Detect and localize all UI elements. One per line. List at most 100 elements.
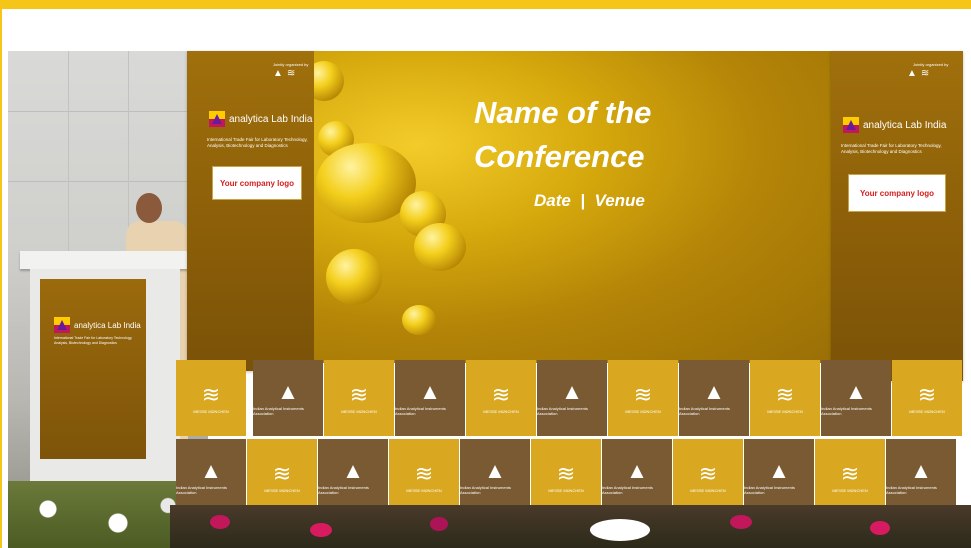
right-brand-name: analytica Lab India [863, 119, 947, 131]
left-company-logo-box: Your company logo [212, 166, 302, 200]
left-border [0, 0, 2, 548]
analytica-logo-icon [209, 111, 225, 127]
tile-caption: MESSE MÜNCHEN [193, 408, 229, 414]
flower [210, 515, 230, 529]
iaia-tile: ▲ Indian Analytical Instruments Associati… [537, 360, 607, 436]
wall-line [8, 111, 208, 112]
messe-tile: ≋ MESSE MÜNCHEN [673, 439, 743, 515]
tile-caption: Indian Analytical Instruments Associatio… [318, 485, 369, 495]
left-tagline-line: Analysis, Biotechnology and Diagnostics [207, 143, 288, 148]
tile-caption: Indian Analytical Instruments Associatio… [176, 485, 227, 495]
messe-logo-icon: ≋ [840, 460, 860, 486]
tile-caption: MESSE MÜNCHEN [625, 408, 661, 414]
messe-tile: ≋ MESSE MÜNCHEN [324, 360, 394, 436]
messe-logo-icon: ≋ [349, 381, 369, 407]
conference-screen: Name of the Conference Date | Venue [314, 51, 831, 363]
messe-logo-icon: ≋ [920, 68, 930, 79]
podium-tagline-line: Analysis, Biotechnology and Diagnostics [54, 341, 117, 345]
messe-logo-icon: ≋ [917, 381, 937, 407]
tile-caption: MESSE MÜNCHEN [909, 408, 945, 414]
iaia-logo-icon: ▲ [342, 458, 364, 483]
messe-logo-icon: ≋ [698, 460, 718, 486]
iaia-tile: ▲ Indian Analytical Instruments Associati… [602, 439, 672, 515]
tile-caption: Indian Analytical Instruments Associatio… [886, 485, 937, 495]
messe-tile: ≋ MESSE MÜNCHEN [389, 439, 459, 515]
messe-logo-icon: ≋ [556, 460, 576, 486]
messe-tile: ≋ MESSE MÜNCHEN [176, 360, 246, 436]
iaia-logo-icon: ▲ [845, 379, 867, 404]
tile-caption: MESSE MÜNCHEN [690, 487, 726, 493]
messe-logo-icon: ≋ [272, 460, 292, 486]
messe-tile: ≋ MESSE MÜNCHEN [750, 360, 820, 436]
iaia-tile: ▲ Indian Analytical Instruments Associati… [460, 439, 530, 515]
flower [870, 521, 890, 535]
iaia-tile: ▲ Indian Analytical Instruments Associati… [886, 439, 956, 515]
left-brand: analytica Lab India [209, 111, 312, 127]
tile-caption: MESSE MÜNCHEN [406, 487, 442, 493]
analytica-logo-icon [843, 117, 859, 133]
tile-caption: Indian Analytical Instruments Associatio… [821, 406, 872, 416]
tile-caption: Indian Analytical Instruments Associatio… [253, 406, 304, 416]
iaia-tile: ▲ Indian Analytical Instruments Associati… [679, 360, 749, 436]
tile-caption: Indian Analytical Instruments Associatio… [395, 406, 446, 416]
messe-logo-icon: ≋ [201, 381, 221, 407]
iaia-logo-icon: ▲ [768, 458, 790, 483]
iaia-logo-icon: ▲ [484, 458, 506, 483]
conference-title-line: Name of the [474, 95, 652, 130]
podium-panel: analytica Lab India International Trade … [40, 279, 146, 459]
right-tagline-line: Analysis, Biotechnology and Diagnostics [841, 149, 922, 154]
flower [590, 519, 650, 541]
iaia-tile: ▲ Indian Analytical Instruments Associati… [253, 360, 323, 436]
flower [310, 523, 332, 537]
messe-logo-icon: ≋ [491, 381, 511, 407]
iaia-logo-icon: ▲ [273, 68, 283, 79]
podium-brand-name: analytica Lab India [74, 320, 141, 330]
conference-title-line: Conference [474, 139, 645, 174]
sponsor-backdrop: ≋ MESSE MÜNCHEN ▲ Indian Analytical Instru… [176, 357, 963, 515]
molecule-bubble [326, 249, 382, 305]
flower [430, 517, 448, 531]
iaia-tile: ▲ Indian Analytical Instruments Associati… [395, 360, 465, 436]
iaia-logo-icon: ▲ [703, 379, 725, 404]
organizer-label: Jointly organized by [273, 62, 309, 67]
messe-logo-icon: ≋ [775, 381, 795, 407]
tile-caption: MESSE MÜNCHEN [264, 487, 300, 493]
podium-top [20, 251, 188, 269]
organizer-logos: ▲ ≋ [273, 69, 295, 79]
analytica-logo-icon [54, 317, 70, 333]
messe-logo-icon: ≋ [286, 68, 296, 79]
iaia-tile: ▲ Indian Analytical Instruments Associati… [176, 439, 246, 515]
tile-caption: Indian Analytical Instruments Associatio… [537, 406, 588, 416]
tile-caption: MESSE MÜNCHEN [483, 408, 519, 414]
iaia-logo-icon: ▲ [626, 458, 648, 483]
podium-tagline: International Trade Fair for Laboratory … [54, 336, 144, 346]
tile-caption: Indian Analytical Instruments Associatio… [460, 485, 511, 495]
right-tagline: International Trade Fair for Laboratory … [841, 143, 959, 155]
iaia-logo-icon: ▲ [419, 379, 441, 404]
left-tagline: International Trade Fair for Laboratory … [207, 137, 317, 149]
messe-tile: ≋ MESSE MÜNCHEN [815, 439, 885, 515]
iaia-tile: ▲ Indian Analytical Instruments Associati… [318, 439, 388, 515]
flower-foliage [170, 505, 971, 548]
tile-caption: MESSE MÜNCHEN [832, 487, 868, 493]
tile-caption: MESSE MÜNCHEN [341, 408, 377, 414]
left-brand-name: analytica Lab India [229, 113, 313, 125]
top-border [0, 0, 971, 9]
iaia-tile: ▲ Indian Analytical Instruments Associati… [821, 360, 891, 436]
tile-caption: Indian Analytical Instruments Associatio… [602, 485, 653, 495]
molecule-bubble [414, 223, 466, 271]
conference-title: Name of the Conference [474, 91, 794, 179]
left-banner: Jointly organized by ▲ ≋ analytica Lab I… [187, 51, 320, 371]
podium-brand: analytica Lab India [54, 317, 141, 333]
iaia-logo-icon: ▲ [907, 68, 917, 79]
messe-tile: ≋ MESSE MÜNCHEN [608, 360, 678, 436]
messe-tile: ≋ MESSE MÜNCHEN [466, 360, 536, 436]
tile-caption: Indian Analytical Instruments Associatio… [744, 485, 795, 495]
conference-date-venue: Date | Venue [534, 191, 645, 210]
messe-tile: ≋ MESSE MÜNCHEN [531, 439, 601, 515]
iaia-logo-icon: ▲ [200, 458, 222, 483]
flower [730, 515, 752, 529]
wall-line [8, 181, 208, 182]
right-banner: Jointly organized by ▲ ≋ analytica Lab I… [831, 51, 963, 381]
messe-tile: ≋ MESSE MÜNCHEN [247, 439, 317, 515]
